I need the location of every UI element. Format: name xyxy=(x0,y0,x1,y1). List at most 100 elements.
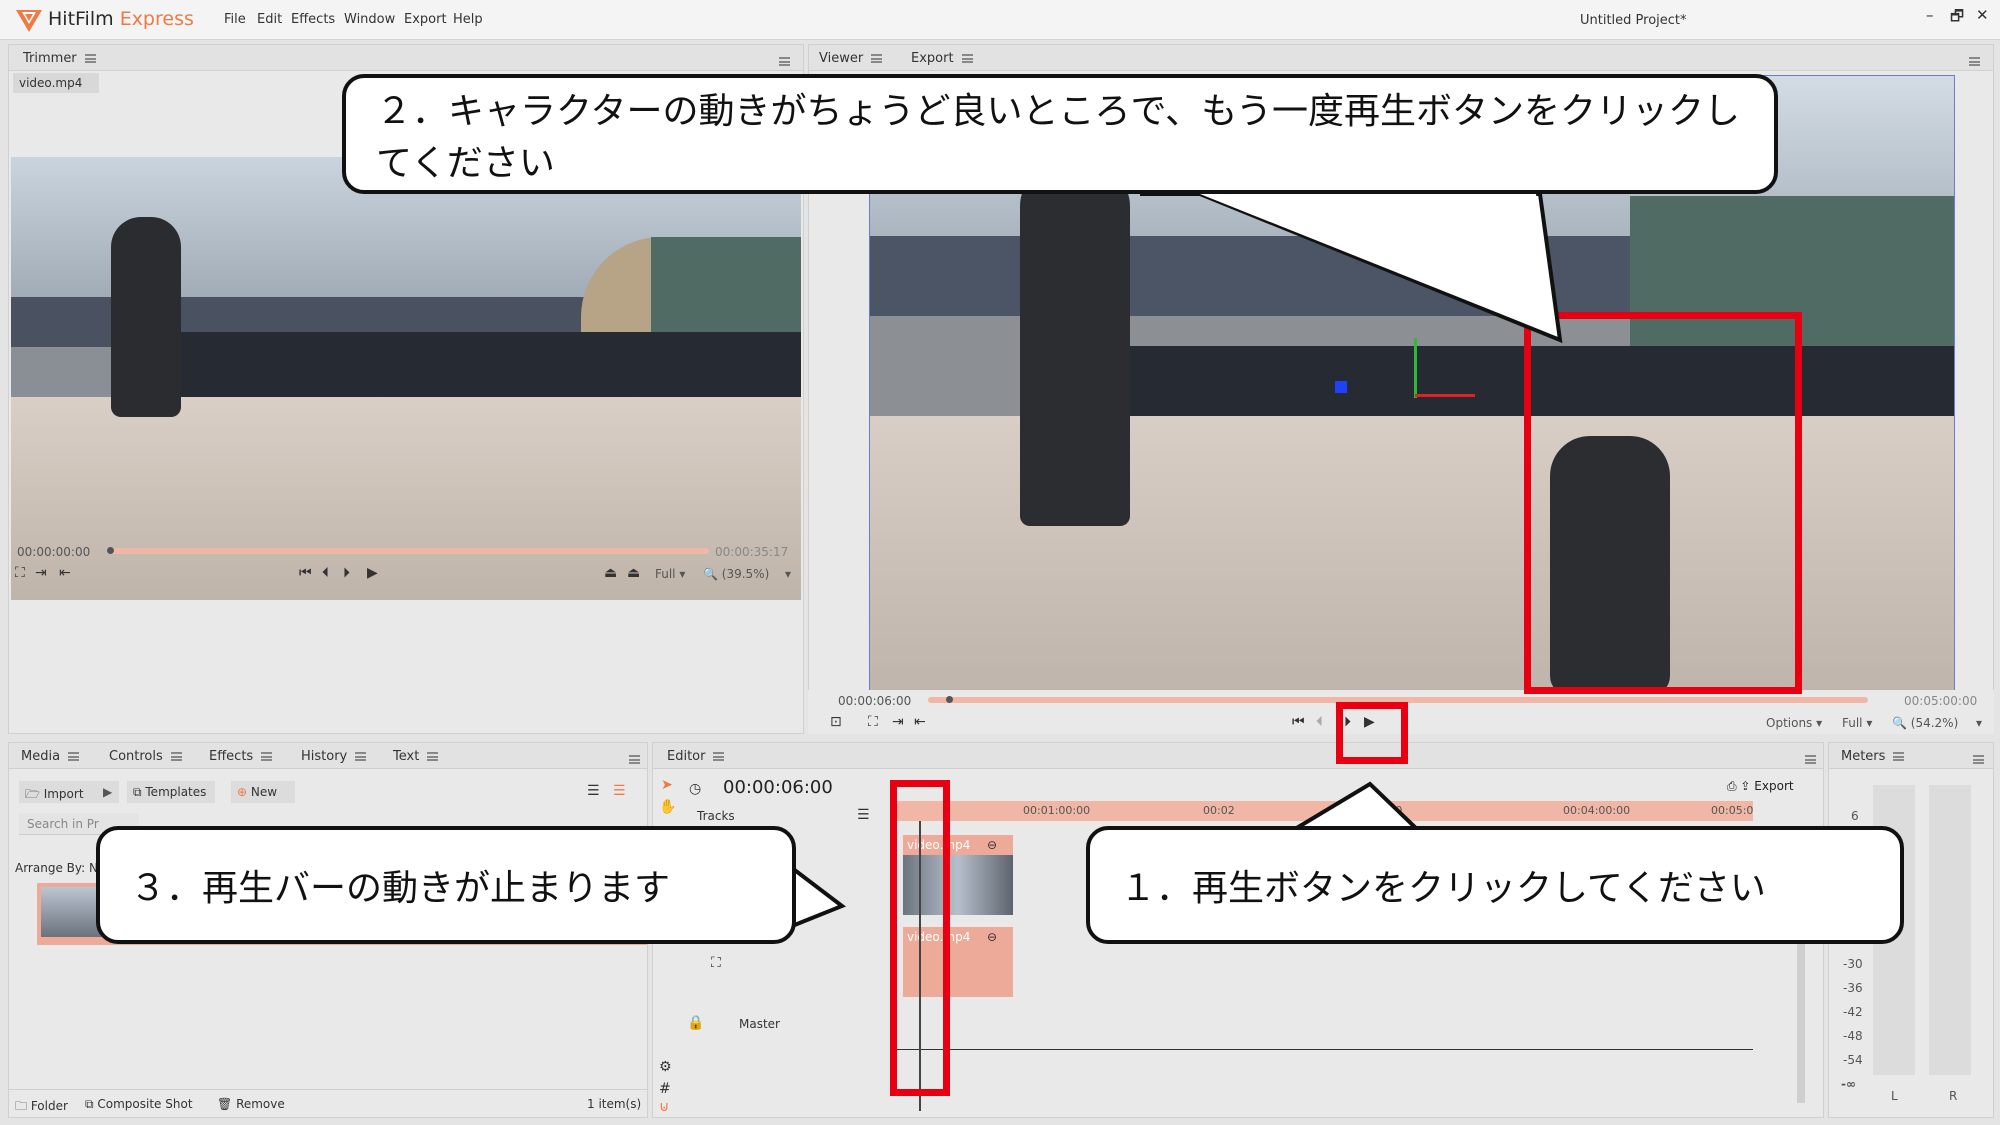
vertical-scrollbar[interactable] xyxy=(1797,943,1805,1103)
tab-export[interactable]: Export xyxy=(911,51,973,66)
panel-menu-icon[interactable] xyxy=(629,755,640,764)
menu-icon[interactable] xyxy=(68,752,80,761)
editor-export-label: Export xyxy=(1754,779,1794,793)
panel-menu-icon[interactable] xyxy=(1805,755,1816,764)
overwrite-icon[interactable]: ⇥ xyxy=(892,714,904,730)
menu-icon[interactable] xyxy=(1893,752,1905,761)
trimmer-time-start: 00:00:00:00 xyxy=(17,545,91,559)
trimmer-scrub-bar[interactable] xyxy=(109,548,709,554)
minimize-button[interactable]: – xyxy=(1926,6,1934,24)
tab-media[interactable]: Media xyxy=(21,749,80,764)
append-icon[interactable]: ⇤ xyxy=(59,565,71,581)
panel-menu-icon[interactable] xyxy=(1973,755,1984,764)
menu-icon[interactable] xyxy=(84,54,96,63)
composite-shot-button[interactable]: ⧉ Composite Shot xyxy=(85,1097,193,1112)
link-icon: ⊖ xyxy=(987,930,998,944)
prev-frame-icon[interactable]: ⏴ xyxy=(322,565,329,581)
insert-icon[interactable]: ⛶ xyxy=(868,714,878,730)
meter-label-l: L xyxy=(1891,1089,1898,1103)
lock-icon[interactable]: 🔒 xyxy=(687,1015,704,1031)
overwrite-icon[interactable]: ⇥ xyxy=(35,565,47,581)
insert-icon[interactable]: ⛶ xyxy=(15,565,25,581)
trimmer-zoom[interactable]: 🔍 (39.5%) xyxy=(703,567,769,581)
highlight-play-button xyxy=(1336,702,1408,764)
viewer-playhead[interactable] xyxy=(946,696,953,703)
arrange-by[interactable]: Arrange By: N xyxy=(15,861,98,875)
menu-window[interactable]: Window xyxy=(344,12,395,27)
item-count: 1 item(s) xyxy=(587,1097,642,1111)
viewer-options[interactable]: Options ▾ xyxy=(1766,716,1822,730)
editor-timecode[interactable]: 00:00:06:00 xyxy=(723,777,833,798)
settings-icon[interactable]: ⚙ xyxy=(659,1059,672,1075)
x-axis-gizmo-icon[interactable] xyxy=(1415,394,1475,397)
anchor-point-icon[interactable] xyxy=(1335,381,1347,393)
trimmer-zoom-label: (39.5%) xyxy=(721,567,770,581)
trimmer-playhead[interactable] xyxy=(107,547,114,554)
menu-icon[interactable] xyxy=(871,54,883,63)
audio-waveform-icon[interactable]: ⛶ xyxy=(711,955,721,971)
maximize-button[interactable]: 🗗 xyxy=(1950,6,1964,31)
close-button[interactable]: ✕ xyxy=(1976,6,1989,24)
snapshot-icon[interactable]: ⊡ xyxy=(830,714,842,730)
viewer-zoom-dropdown-icon[interactable]: ▾ xyxy=(1976,716,1982,730)
magnet-icon[interactable]: ⊍ xyxy=(659,1099,669,1115)
trimmer-file-tab[interactable]: video.mp4 xyxy=(13,73,99,93)
search-placeholder: Search in Pr xyxy=(27,817,99,831)
trimmer-zoom-dropdown-icon[interactable]: ▾ xyxy=(785,567,791,581)
hand-tool-icon[interactable]: ✋ xyxy=(659,799,676,815)
tab-meters[interactable]: Meters xyxy=(1841,749,1905,764)
import-button[interactable]: 🗁 Import ▶ xyxy=(19,781,119,803)
viewer-tabbar: Viewer Export xyxy=(809,45,1993,71)
grid-view-icon[interactable]: ☰ xyxy=(613,783,626,799)
callout-step-2-text: ２．キャラクターの動きがちょうど良いところで、もう一度再生ボタンをクリックしてく… xyxy=(376,91,1741,184)
tab-text[interactable]: Text xyxy=(393,749,439,764)
tab-editor[interactable]: Editor xyxy=(667,749,725,764)
viewer-quality[interactable]: Full ▾ xyxy=(1842,716,1872,730)
menu-export[interactable]: Export xyxy=(404,12,447,27)
panel-menu-icon[interactable] xyxy=(1969,57,1980,66)
app-window: HitFilm Express File Edit Effects Window… xyxy=(0,0,2000,1125)
skip-start-icon[interactable]: ⏮ xyxy=(1292,714,1305,730)
tab-history[interactable]: History xyxy=(301,749,367,764)
menu-icon[interactable] xyxy=(355,752,367,761)
timeline-ruler[interactable]: 00:01:00:00 00:02 03:00:00 00:04:00:00 0… xyxy=(893,801,1753,821)
tab-trimmer[interactable]: Trimmer xyxy=(23,51,96,66)
menu-icon[interactable] xyxy=(713,752,725,761)
play-icon[interactable]: ▶ xyxy=(367,565,378,581)
tab-media-label: Media xyxy=(21,749,61,764)
templates-button[interactable]: ⧉ Templates xyxy=(127,781,215,803)
tab-controls[interactable]: Controls xyxy=(109,749,182,764)
trimmer-quality[interactable]: Full ▾ xyxy=(655,567,685,581)
master-label: Master xyxy=(739,1017,780,1031)
set-in-icon[interactable]: ⏏ xyxy=(604,565,617,581)
menu-icon[interactable] xyxy=(170,752,182,761)
menu-icon[interactable] xyxy=(427,752,439,761)
menu-effects[interactable]: Effects xyxy=(291,12,335,27)
list-view-icon[interactable]: ☰ xyxy=(587,783,600,799)
select-tool-icon[interactable]: ➤ xyxy=(661,777,673,793)
tracks-menu-icon[interactable]: ☰ xyxy=(857,807,870,823)
skip-start-icon[interactable]: ⏮ xyxy=(299,565,312,581)
folder-button[interactable]: 🗀 Folder xyxy=(15,1097,68,1118)
menu-icon[interactable] xyxy=(961,54,973,63)
brand-main: HitFilm xyxy=(48,8,114,30)
menu-edit[interactable]: Edit xyxy=(257,12,282,27)
set-out-icon[interactable]: ⏏ xyxy=(627,565,640,581)
tab-viewer[interactable]: Viewer xyxy=(819,51,883,66)
panel-menu-icon[interactable] xyxy=(779,57,790,66)
project-title: Untitled Project* xyxy=(1580,13,1687,28)
menu-icon[interactable] xyxy=(261,752,273,761)
next-frame-icon[interactable]: ⏵ xyxy=(343,565,350,581)
viewer-zoom[interactable]: 🔍 (54.2%) xyxy=(1892,716,1958,730)
grid-icon[interactable]: # xyxy=(659,1081,671,1097)
highlight-character xyxy=(1524,312,1802,694)
prev-frame-icon[interactable]: ⏴ xyxy=(1316,714,1323,730)
menu-file[interactable]: File xyxy=(224,12,246,27)
y-axis-gizmo-icon[interactable] xyxy=(1414,338,1417,398)
remove-button[interactable]: 🗑 Remove xyxy=(217,1097,285,1111)
tab-effects[interactable]: Effects xyxy=(209,749,273,764)
menu-help[interactable]: Help xyxy=(453,12,483,27)
editor-export-button[interactable]: ⎙ ⇪ Export xyxy=(1727,779,1794,794)
append-icon[interactable]: ⇤ xyxy=(914,714,926,730)
new-button[interactable]: ⊕ New xyxy=(231,781,295,803)
